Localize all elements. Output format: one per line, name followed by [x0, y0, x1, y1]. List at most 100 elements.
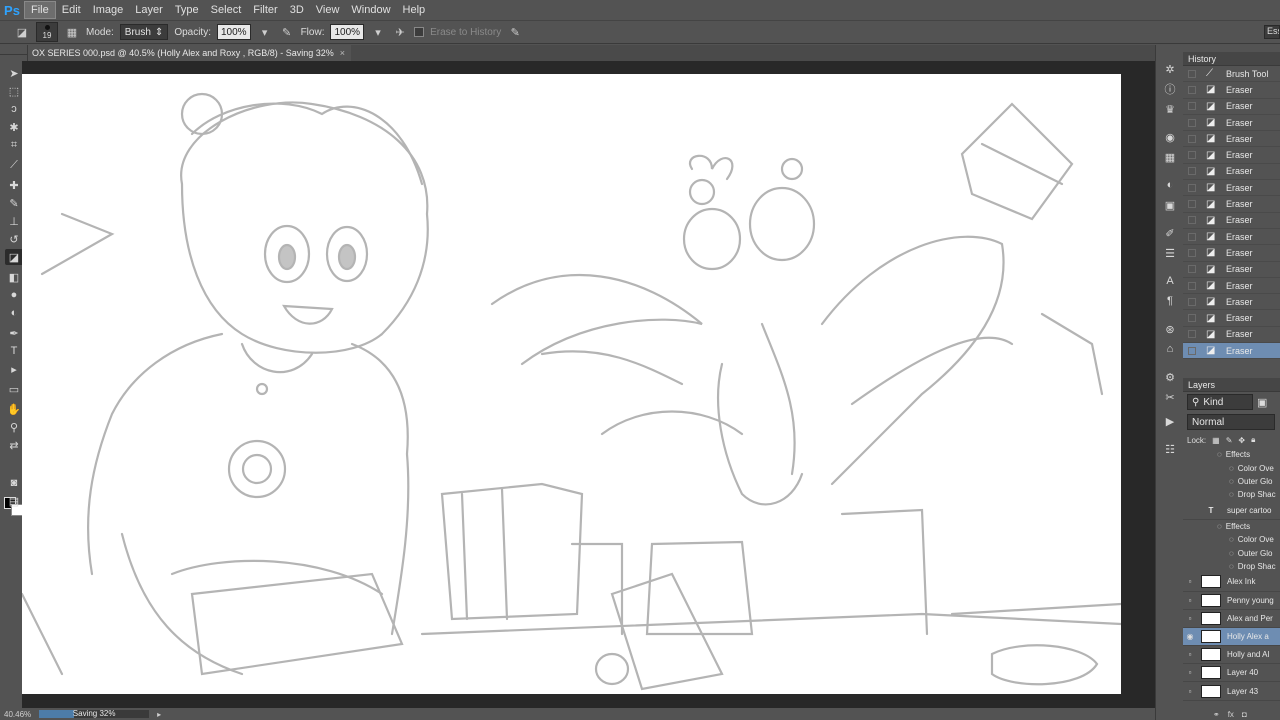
fx-icon[interactable]: fx: [1228, 710, 1234, 719]
opacity-dropdown-icon[interactable]: ▾: [257, 24, 273, 40]
layer-row[interactable]: ▫ Layer 43: [1183, 682, 1280, 701]
history-item[interactable]: ◪ Eraser: [1183, 213, 1280, 229]
history-snapshot-checkbox[interactable]: [1188, 134, 1196, 143]
layer-row[interactable]: ▫ Layer 40: [1183, 664, 1280, 683]
erase-to-history-checkbox[interactable]: [414, 27, 425, 37]
history-snapshot-checkbox[interactable]: [1188, 167, 1196, 176]
effect-item[interactable]: ◌ Drop Shac: [1183, 560, 1280, 573]
quick-mask-icon[interactable]: ◙: [5, 475, 23, 491]
paint-bucket-tool-icon[interactable]: ◧: [5, 269, 23, 285]
color-icon[interactable]: ◉: [1162, 129, 1178, 145]
history-snapshot-checkbox[interactable]: [1188, 85, 1196, 94]
opacity-input[interactable]: 100%: [217, 24, 251, 40]
document-canvas[interactable]: [22, 74, 1121, 694]
history-snapshot-checkbox[interactable]: [1188, 183, 1196, 192]
effects-header[interactable]: ◌ Effects: [1183, 448, 1280, 461]
menu-filter[interactable]: Filter: [247, 2, 283, 18]
layer-row[interactable]: ▫ Alex Ink: [1183, 573, 1280, 592]
history-snapshot-checkbox[interactable]: [1188, 102, 1196, 111]
lasso-tool-icon[interactable]: ↄ: [5, 101, 23, 117]
path-selection-tool-icon[interactable]: ▸: [5, 361, 23, 377]
filter-toggle-icon[interactable]: ▣: [1257, 396, 1267, 409]
history-item[interactable]: ◪ Eraser: [1183, 310, 1280, 327]
history-item[interactable]: ◪ Eraser: [1183, 229, 1280, 246]
type-tool-icon[interactable]: T: [5, 343, 23, 359]
history-item[interactable]: ◪ Eraser: [1183, 131, 1280, 148]
status-menu-arrow-icon[interactable]: ▸: [157, 710, 161, 719]
paths-icon[interactable]: ⌂: [1162, 341, 1178, 357]
history-item[interactable]: ◪ Eraser: [1183, 327, 1280, 344]
move-tool-icon[interactable]: ➤: [5, 65, 23, 81]
actions-play-icon[interactable]: ▶: [1162, 413, 1178, 429]
effect-visibility-icon[interactable]: ◌: [1229, 549, 1234, 558]
history-snapshot-checkbox[interactable]: [1188, 232, 1196, 241]
pressure-opacity-icon[interactable]: ✎: [279, 24, 295, 40]
visibility-toggle-empty[interactable]: ▫: [1183, 650, 1197, 659]
history-panel-title[interactable]: History: [1183, 52, 1280, 66]
history-item[interactable]: ◪ Eraser: [1183, 196, 1280, 213]
styles-icon[interactable]: ▣: [1162, 197, 1178, 213]
eraser-tool-preset-icon[interactable]: ◪: [14, 24, 30, 40]
default-colors-icon[interactable]: ⇄: [5, 437, 23, 453]
crop-tool-icon[interactable]: ⌗: [5, 137, 23, 153]
menu-type[interactable]: Type: [169, 2, 205, 18]
clone-source-icon[interactable]: ⚙: [1162, 369, 1178, 385]
history-item[interactable]: ◪ Eraser: [1183, 115, 1280, 132]
layers-panel-title[interactable]: Layers: [1183, 378, 1280, 392]
effect-visibility-icon[interactable]: ◌: [1217, 522, 1222, 531]
tool-presets-icon[interactable]: ✐: [1162, 225, 1178, 241]
lock-transparency-icon[interactable]: ▦: [1212, 436, 1220, 445]
visibility-toggle-empty[interactable]: ▫: [1183, 668, 1197, 677]
flow-input[interactable]: 100%: [330, 24, 365, 40]
mode-select[interactable]: Brush ⇕: [119, 24, 169, 40]
info-icon[interactable]: ⓘ: [1162, 81, 1178, 97]
menu-window[interactable]: Window: [345, 2, 396, 18]
hand-tool-icon[interactable]: ✋: [5, 401, 23, 417]
effects-header[interactable]: ◌ Effects: [1183, 520, 1280, 533]
brush-settings-icon[interactable]: ✲: [1162, 61, 1178, 77]
lock-pixels-icon[interactable]: ✎: [1226, 436, 1233, 445]
history-item[interactable]: ◪ Eraser: [1183, 262, 1280, 278]
channels-icon[interactable]: ⊛: [1162, 321, 1178, 337]
blend-mode-select[interactable]: Normal: [1187, 414, 1275, 430]
zoom-tool-icon[interactable]: ⚲: [5, 419, 23, 435]
effect-visibility-icon[interactable]: ◌: [1229, 490, 1234, 499]
effect-visibility-icon[interactable]: ◌: [1229, 562, 1234, 571]
visibility-toggle-empty[interactable]: ▫: [1183, 614, 1197, 623]
rectangle-tool-icon[interactable]: ▭: [5, 381, 23, 397]
menu-help[interactable]: Help: [397, 2, 432, 18]
flow-dropdown-icon[interactable]: ▾: [370, 24, 386, 40]
link-icon[interactable]: ⚭: [1213, 710, 1220, 719]
history-snapshot-checkbox[interactable]: [1188, 151, 1196, 160]
magic-wand-tool-icon[interactable]: ✱: [5, 119, 23, 135]
close-icon[interactable]: ×: [340, 48, 345, 58]
effect-item[interactable]: ◌ Color Ove: [1183, 461, 1280, 474]
eye-icon[interactable]: ◉: [1183, 632, 1197, 641]
brush-preset-picker[interactable]: 19: [36, 22, 58, 42]
layer-row[interactable]: ▫ Holly and Al: [1183, 646, 1280, 665]
lock-all-icon[interactable]: 🔒︎: [1251, 435, 1255, 445]
history-item[interactable]: ◪ Eraser: [1183, 343, 1280, 360]
visibility-toggle-empty[interactable]: ▫: [1183, 596, 1197, 605]
effect-item[interactable]: ◌ Drop Shac: [1183, 488, 1280, 501]
healing-brush-tool-icon[interactable]: ✚: [5, 177, 23, 193]
pen-tool-icon[interactable]: ✒: [5, 325, 23, 341]
history-item[interactable]: ◪ Eraser: [1183, 180, 1280, 197]
layer-row[interactable]: ◉ Holly Alex a: [1183, 627, 1280, 647]
history-item[interactable]: ◪ Eraser: [1183, 278, 1280, 295]
history-item[interactable]: ◪ Eraser: [1183, 294, 1280, 311]
zoom-level[interactable]: 40.46%: [4, 710, 31, 719]
history-item[interactable]: ◪ Eraser: [1183, 99, 1280, 115]
pressure-size-icon[interactable]: ✎: [507, 24, 523, 40]
workspace-switcher[interactable]: Ess: [1264, 25, 1280, 39]
effect-visibility-icon[interactable]: ◌: [1229, 535, 1234, 544]
history-snapshot-checkbox[interactable]: [1188, 314, 1196, 323]
history-snapshot-checkbox[interactable]: [1188, 200, 1196, 209]
history-item[interactable]: ◪ Eraser: [1183, 164, 1280, 181]
layer-row[interactable]: ▫ Penny young: [1183, 592, 1280, 610]
history-item[interactable]: ◪ Eraser: [1183, 245, 1280, 262]
text-layer-row[interactable]: T super cartoo: [1183, 502, 1280, 520]
effect-visibility-icon[interactable]: ◌: [1217, 450, 1222, 459]
screen-mode-icon[interactable]: ▤: [5, 493, 23, 509]
history-item[interactable]: ◪ Eraser: [1183, 147, 1280, 164]
